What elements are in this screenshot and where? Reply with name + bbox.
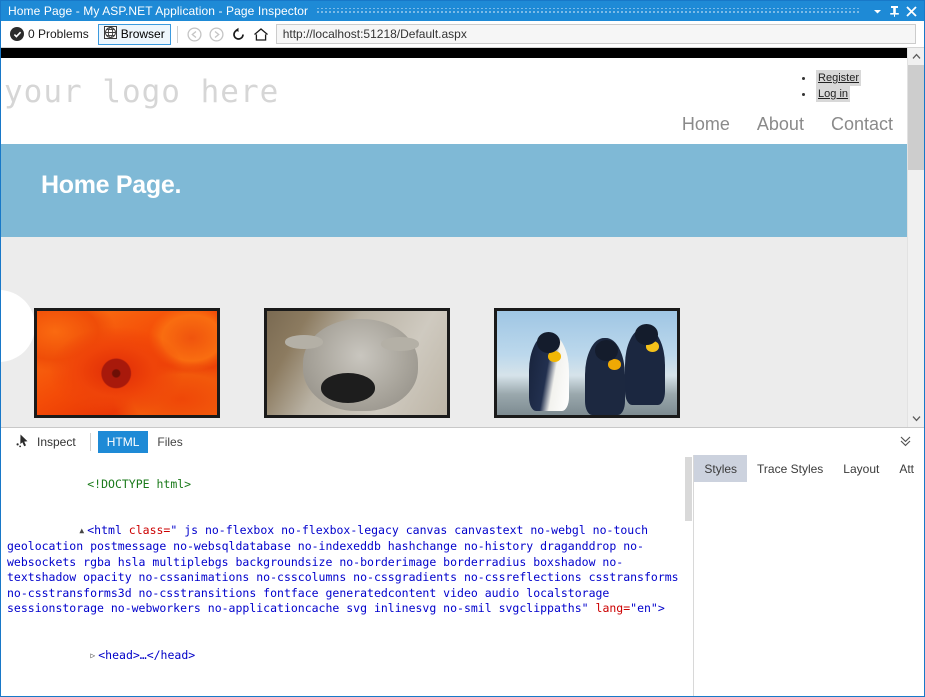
nav-link-home[interactable]: Home (682, 114, 730, 135)
rendered-page: your logo here Register Log in (1, 48, 907, 427)
nav-link-contact[interactable]: Contact (831, 114, 893, 135)
forward-arrow-icon[interactable] (206, 23, 228, 45)
login-link[interactable]: Log in (816, 86, 850, 102)
twisty-expanded-icon[interactable]: ▲ (76, 523, 87, 539)
hero-banner: Home Page. (1, 144, 907, 237)
title-bar: Home Page - My ASP.NET Application - Pag… (1, 1, 924, 21)
window-title: Home Page - My ASP.NET Application - Pag… (8, 4, 308, 18)
tab-files[interactable]: Files (148, 431, 191, 453)
dom-line-html[interactable]: ▲<html class=" js no-flexbox no-flexbox-… (7, 508, 689, 633)
problems-indicator[interactable]: 0 Problems (5, 23, 94, 45)
browser-viewport: your logo here Register Log in (1, 48, 924, 427)
thumbnail-row (1, 308, 907, 427)
bullet-icon (802, 93, 805, 96)
check-circle-icon (10, 27, 24, 41)
dom-line-doctype: <!DOCTYPE html> (7, 461, 689, 508)
styles-panel: Styles Trace Styles Layout Att (693, 455, 924, 696)
doctype-text: <!DOCTYPE html> (87, 477, 191, 491)
tab-trace-styles[interactable]: Trace Styles (747, 455, 833, 482)
site-logo[interactable]: your logo here (4, 74, 279, 110)
styles-tab-bar: Styles Trace Styles Layout Att (694, 455, 924, 482)
bullet-icon (802, 77, 805, 80)
body-open-tag: <body> (98, 695, 140, 696)
pointer-inspect-icon (16, 433, 31, 451)
window-menu-chevron-down-icon[interactable] (869, 2, 886, 20)
nav-link-about[interactable]: About (757, 114, 804, 135)
viewport-scrollbar[interactable] (907, 48, 924, 427)
page-title: Home Page. (41, 171, 181, 200)
inspect-label: Inspect (37, 435, 76, 449)
styles-panel-content (694, 482, 924, 696)
page-header: your logo here Register Log in (1, 58, 907, 144)
html-lang-value: "en" (630, 601, 658, 615)
browser-button[interactable]: Browser (98, 24, 171, 45)
url-bar[interactable]: http://localhost:51218/Default.aspx (276, 24, 916, 44)
inspector-body: <!DOCTYPE html> ▲<html class=" js no-fle… (1, 455, 924, 696)
chevron-up-icon[interactable] (908, 48, 925, 65)
back-arrow-icon[interactable] (184, 23, 206, 45)
html-lang-attr: lang= (596, 601, 631, 615)
flower-image-content (37, 311, 217, 415)
main-navigation: Home About Contact (682, 114, 893, 135)
chevron-down-double-icon[interactable] (899, 434, 912, 450)
register-link[interactable]: Register (816, 70, 861, 86)
flower-image[interactable] (34, 308, 220, 418)
head-node: <head>…</head> (98, 648, 195, 662)
list-item: Register (802, 70, 861, 86)
scrollbar-thumb[interactable] (908, 65, 925, 170)
tab-layout[interactable]: Layout (833, 455, 889, 482)
koala-image[interactable] (264, 308, 450, 418)
close-icon[interactable] (903, 2, 920, 20)
dom-scrollbar-thumb[interactable] (685, 457, 692, 521)
twisty-collapsed-icon[interactable]: ▷ (87, 648, 98, 664)
list-item: Log in (802, 86, 861, 102)
title-bar-grip (316, 8, 861, 15)
twisty-expanded-icon[interactable]: ▲ (87, 695, 98, 696)
pin-icon[interactable] (886, 2, 903, 20)
dom-tree[interactable]: <!DOCTYPE html> ▲<html class=" js no-fle… (1, 455, 693, 696)
tab-styles[interactable]: Styles (694, 455, 747, 482)
html-close-bracket: > (658, 601, 665, 615)
html-tag-open: <html (87, 523, 129, 537)
dom-line-body-open[interactable]: ▲<body> (7, 679, 689, 696)
account-links: Register Log in (802, 70, 861, 102)
browser-button-label: Browser (121, 27, 165, 41)
koala-image-content (267, 311, 447, 415)
tab-html[interactable]: HTML (98, 431, 149, 453)
tab-attributes[interactable]: Att (889, 455, 924, 482)
inspect-button[interactable]: Inspect (9, 430, 83, 454)
url-text: http://localhost:51218/Default.aspx (283, 27, 467, 41)
globe-icon (104, 26, 117, 42)
inspector-tab-bar: Inspect HTML Files (1, 428, 924, 455)
penguins-image-content (497, 311, 677, 415)
page-inspector-window: Home Page - My ASP.NET Application - Pag… (0, 0, 925, 697)
inspector-toolbar: 0 Problems Browser (1, 21, 924, 48)
refresh-icon[interactable] (228, 23, 250, 45)
problems-label: 0 Problems (28, 27, 89, 41)
inspector-tab-divider (90, 433, 91, 451)
inspector-panel: Inspect HTML Files <!DOCTYPE html> ▲<htm… (1, 427, 924, 696)
toolbar-divider (177, 26, 178, 43)
dom-scrollbar[interactable] (684, 455, 693, 696)
page-top-black-bar (1, 48, 907, 58)
html-class-attr: class= (129, 523, 171, 537)
dom-line-head[interactable]: ▷<head>…</head> (7, 633, 689, 680)
chevron-down-icon[interactable] (908, 410, 925, 427)
penguins-image[interactable] (494, 308, 680, 418)
home-icon[interactable] (250, 23, 272, 45)
scrollbar-track[interactable] (908, 65, 925, 410)
